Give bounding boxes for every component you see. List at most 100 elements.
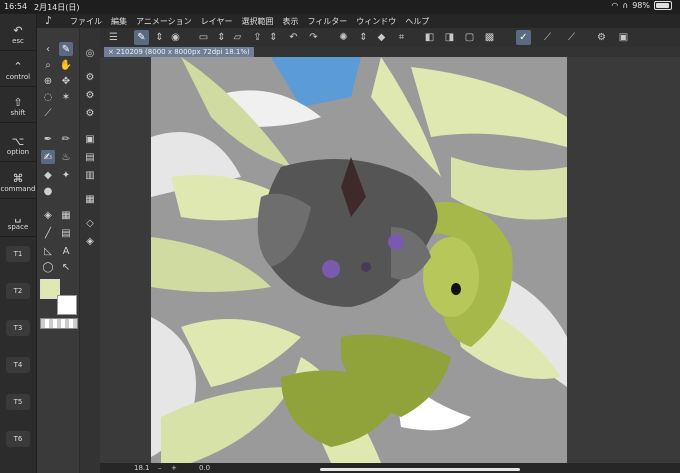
select-clear-icon[interactable]: ◧ <box>422 30 437 45</box>
lasso-icon[interactable]: ◌ <box>41 90 55 104</box>
line-icon[interactable]: ╱ <box>41 226 55 240</box>
color-set-icon[interactable]: ▣ <box>83 132 97 146</box>
menu-edit[interactable]: 編集 <box>111 16 127 27</box>
fill-icon[interactable]: ◈ <box>41 208 55 222</box>
layer-search-icon[interactable]: ◈ <box>83 234 97 248</box>
layer-move-icon[interactable]: ⊕ <box>41 74 55 88</box>
zoom-out-button[interactable]: – <box>158 463 162 473</box>
settings-icon[interactable]: ⚙ <box>594 30 609 45</box>
sparkle-icon[interactable]: ✦ <box>59 168 73 182</box>
hand-icon[interactable]: ✋ <box>59 58 73 72</box>
balloon-icon[interactable]: ◯ <box>41 260 55 274</box>
home-indicator[interactable] <box>320 468 520 471</box>
t3-key[interactable]: T3 <box>6 320 30 336</box>
brush-size-icon[interactable]: ⚙ <box>83 88 97 102</box>
zoom-in-button[interactable]: + <box>171 463 177 473</box>
control-key[interactable]: ⌃ control <box>0 56 36 87</box>
t2-key[interactable]: T2 <box>6 283 30 299</box>
snap-special-icon[interactable]: ⟋ <box>540 30 555 45</box>
edit-mode-icon[interactable]: ✎ <box>134 30 149 45</box>
menu-filter[interactable]: フィルター <box>307 16 347 27</box>
gradient-icon[interactable]: ▦ <box>59 208 73 222</box>
tool-property-icon[interactable]: ⚙ <box>83 70 97 84</box>
new-file-icon[interactable]: ▭ <box>196 30 211 45</box>
option-key[interactable]: ⌥ option <box>0 131 36 162</box>
t4-key[interactable]: T4 <box>6 357 30 373</box>
snap-grid-icon[interactable]: ⟋ <box>564 30 579 45</box>
sub-color-swatch[interactable] <box>57 295 77 315</box>
t1-key[interactable]: T1 <box>6 246 30 262</box>
chevron-updown-icon[interactable]: ⇕ <box>266 30 281 45</box>
canvas-artwork[interactable] <box>151 57 567 463</box>
command-key[interactable]: ⌘ command <box>0 168 36 199</box>
eyedropper-icon[interactable]: ⟋ <box>41 106 55 120</box>
rotation-value[interactable]: 0.0 <box>199 463 210 473</box>
correct-line-icon[interactable]: ↖ <box>59 260 73 274</box>
date: 2月14日(日) <box>34 3 80 12</box>
snap-ruler-icon[interactable]: ✓ <box>516 30 531 45</box>
layer-icon[interactable]: ◇ <box>83 216 97 230</box>
color-history-icon[interactable]: ▥ <box>83 168 97 182</box>
undo-icon[interactable]: ↶ <box>286 30 301 45</box>
close-icon[interactable]: × <box>108 48 114 56</box>
t6-key[interactable]: T6 <box>6 431 30 447</box>
open-folder-icon[interactable]: ▱ <box>230 30 245 45</box>
artwork-illustration <box>151 57 567 463</box>
menu-window[interactable]: ウィンドウ <box>356 16 396 27</box>
chevron-updown-icon[interactable]: ⇕ <box>152 30 167 45</box>
space-key[interactable]: ␣ space <box>0 206 36 237</box>
menu-bar: ♪ ファイル 編集 アニメーション レイヤー 選択範囲 表示 フィルター ウィン… <box>0 14 680 28</box>
pen-tool-icon[interactable]: ✎ <box>59 42 73 56</box>
battery-percent: 98% <box>632 1 650 10</box>
view-icon[interactable]: ◉ <box>168 30 183 45</box>
wifi-icon: ◠ <box>611 1 619 10</box>
menu-selection[interactable]: 選択範囲 <box>241 16 273 27</box>
color-wheel-icon[interactable]: ⚙ <box>83 106 97 120</box>
layer-property-icon[interactable]: ▦ <box>83 192 97 206</box>
undo-icon[interactable]: ‹ <box>41 42 55 56</box>
text-tool-icon[interactable]: A <box>59 244 73 258</box>
select-expand-icon[interactable]: ▢ <box>462 30 477 45</box>
menu-help[interactable]: ヘルプ <box>405 16 429 27</box>
tool-palette: ‹ ✎ ⌕ ✋ ⊕ ✥ ◌ ✶ ⟋ ✒ ✏ ✍ ♨ ◆ ✦ ● ◈ ▦ ╱ ▤ … <box>37 28 79 473</box>
pencil-icon[interactable]: ✏ <box>59 132 73 146</box>
select-invert-icon[interactable]: ◨ <box>442 30 457 45</box>
magic-wand-icon[interactable]: ✶ <box>59 90 73 104</box>
palette-bar: ◎ ⚙ ⚙ ⚙ ▣ ▤ ▥ ▦ ◇ ◈ <box>80 28 100 473</box>
menu-icon[interactable]: ☰ <box>106 30 121 45</box>
help-icon[interactable]: ▣ <box>616 30 631 45</box>
zoom-icon[interactable]: ⌕ <box>41 58 55 72</box>
blend-icon[interactable]: ● <box>41 184 55 198</box>
command-bar: ☰ ✎ ⇕ ◉ ▭ ⇕ ▱ ⇪ ⇕ ↶ ↷ ✺ ⇕ ◆ ⌗ ◧ ◨ ▢ ▩ ✓ … <box>100 28 680 47</box>
menu-animation[interactable]: アニメーション <box>136 16 192 27</box>
eraser-icon[interactable]: ◆ <box>41 168 55 182</box>
fill-bucket-icon[interactable]: ◆ <box>374 30 389 45</box>
chevron-updown-icon[interactable]: ⇕ <box>356 30 371 45</box>
intermediate-color-icon[interactable]: ▤ <box>83 150 97 164</box>
frame-icon[interactable]: ▤ <box>59 226 73 240</box>
clear-icon[interactable]: ✺ <box>336 30 351 45</box>
select-shrink-icon[interactable]: ▩ <box>482 30 497 45</box>
document-tab[interactable]: × 210209 (8000 x 8000px 72dpi 18.1%) <box>104 47 254 57</box>
airbrush-icon[interactable]: ♨ <box>59 150 73 164</box>
canvas-area[interactable] <box>100 57 680 463</box>
zoom-value[interactable]: 18.1 <box>134 463 150 473</box>
crop-icon[interactable]: ⌗ <box>394 30 409 45</box>
ruler-icon[interactable]: ◺ <box>41 244 55 258</box>
menu-view[interactable]: 表示 <box>282 16 298 27</box>
save-icon[interactable]: ⇪ <box>250 30 265 45</box>
menu-file[interactable]: ファイル <box>70 16 102 27</box>
transparent-color-swatch[interactable] <box>40 318 78 329</box>
brush-icon[interactable]: ✍ <box>41 150 55 164</box>
move-icon[interactable]: ✥ <box>59 74 73 88</box>
document-title: 210209 (8000 x 8000px 72dpi 18.1%) <box>116 48 250 56</box>
redo-icon[interactable]: ↷ <box>306 30 321 45</box>
navigator-icon[interactable]: ◎ <box>83 46 97 60</box>
pen-icon[interactable]: ✒ <box>41 132 55 146</box>
menu-layer[interactable]: レイヤー <box>201 16 233 27</box>
t5-key[interactable]: T5 <box>6 394 30 410</box>
chevron-updown-icon[interactable]: ⇕ <box>214 30 229 45</box>
shift-key[interactable]: ⇧ shift <box>0 92 36 123</box>
esc-key[interactable]: ↶ esc <box>0 20 36 51</box>
app-logo-icon[interactable]: ♪ <box>45 14 52 27</box>
